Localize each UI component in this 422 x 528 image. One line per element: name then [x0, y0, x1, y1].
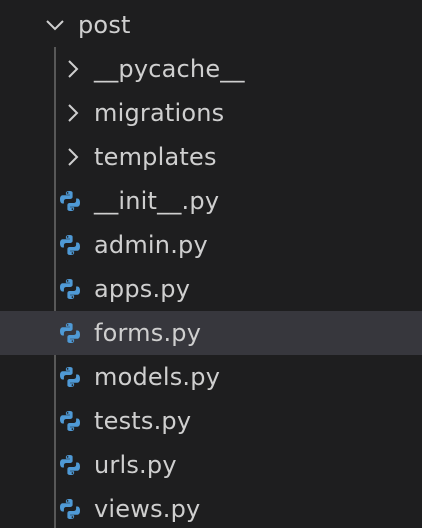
- folder-label: post: [78, 11, 131, 39]
- file-label: tests.py: [94, 407, 192, 435]
- file-apps[interactable]: apps.py: [0, 267, 422, 311]
- python-file-icon: [60, 499, 80, 519]
- chevron-down-icon[interactable]: [44, 14, 66, 36]
- python-file-icon: [60, 191, 80, 211]
- folder-templates[interactable]: templates: [0, 135, 422, 179]
- file-models[interactable]: models.py: [0, 355, 422, 399]
- chevron-right-icon[interactable]: [62, 102, 84, 124]
- python-file-icon: [60, 367, 80, 387]
- folder-pycache[interactable]: __pycache__: [0, 47, 422, 91]
- python-file-icon: [60, 455, 80, 475]
- python-file-icon: [60, 411, 80, 431]
- file-label: apps.py: [94, 275, 191, 303]
- folder-migrations[interactable]: migrations: [0, 91, 422, 135]
- file-urls[interactable]: urls.py: [0, 443, 422, 487]
- file-label: models.py: [94, 363, 221, 391]
- file-label: admin.py: [94, 231, 208, 259]
- file-label: __init__.py: [94, 187, 220, 215]
- folder-label: __pycache__: [94, 55, 245, 83]
- file-admin[interactable]: admin.py: [0, 223, 422, 267]
- folder-post[interactable]: post: [0, 3, 422, 47]
- file-label: forms.py: [94, 319, 202, 347]
- file-label: urls.py: [94, 451, 177, 479]
- file-label: views.py: [94, 495, 201, 523]
- chevron-right-icon[interactable]: [62, 146, 84, 168]
- file-tests[interactable]: tests.py: [0, 399, 422, 443]
- file-views[interactable]: views.py: [0, 487, 422, 528]
- chevron-right-icon[interactable]: [62, 58, 84, 80]
- folder-label: templates: [94, 143, 217, 171]
- file-explorer: post __pycache__ migrations templates __…: [0, 0, 422, 528]
- python-file-icon: [60, 279, 80, 299]
- python-file-icon: [60, 323, 80, 343]
- file-forms[interactable]: forms.py: [0, 311, 422, 355]
- file-init[interactable]: __init__.py: [0, 179, 422, 223]
- folder-label: migrations: [94, 99, 225, 127]
- python-file-icon: [60, 235, 80, 255]
